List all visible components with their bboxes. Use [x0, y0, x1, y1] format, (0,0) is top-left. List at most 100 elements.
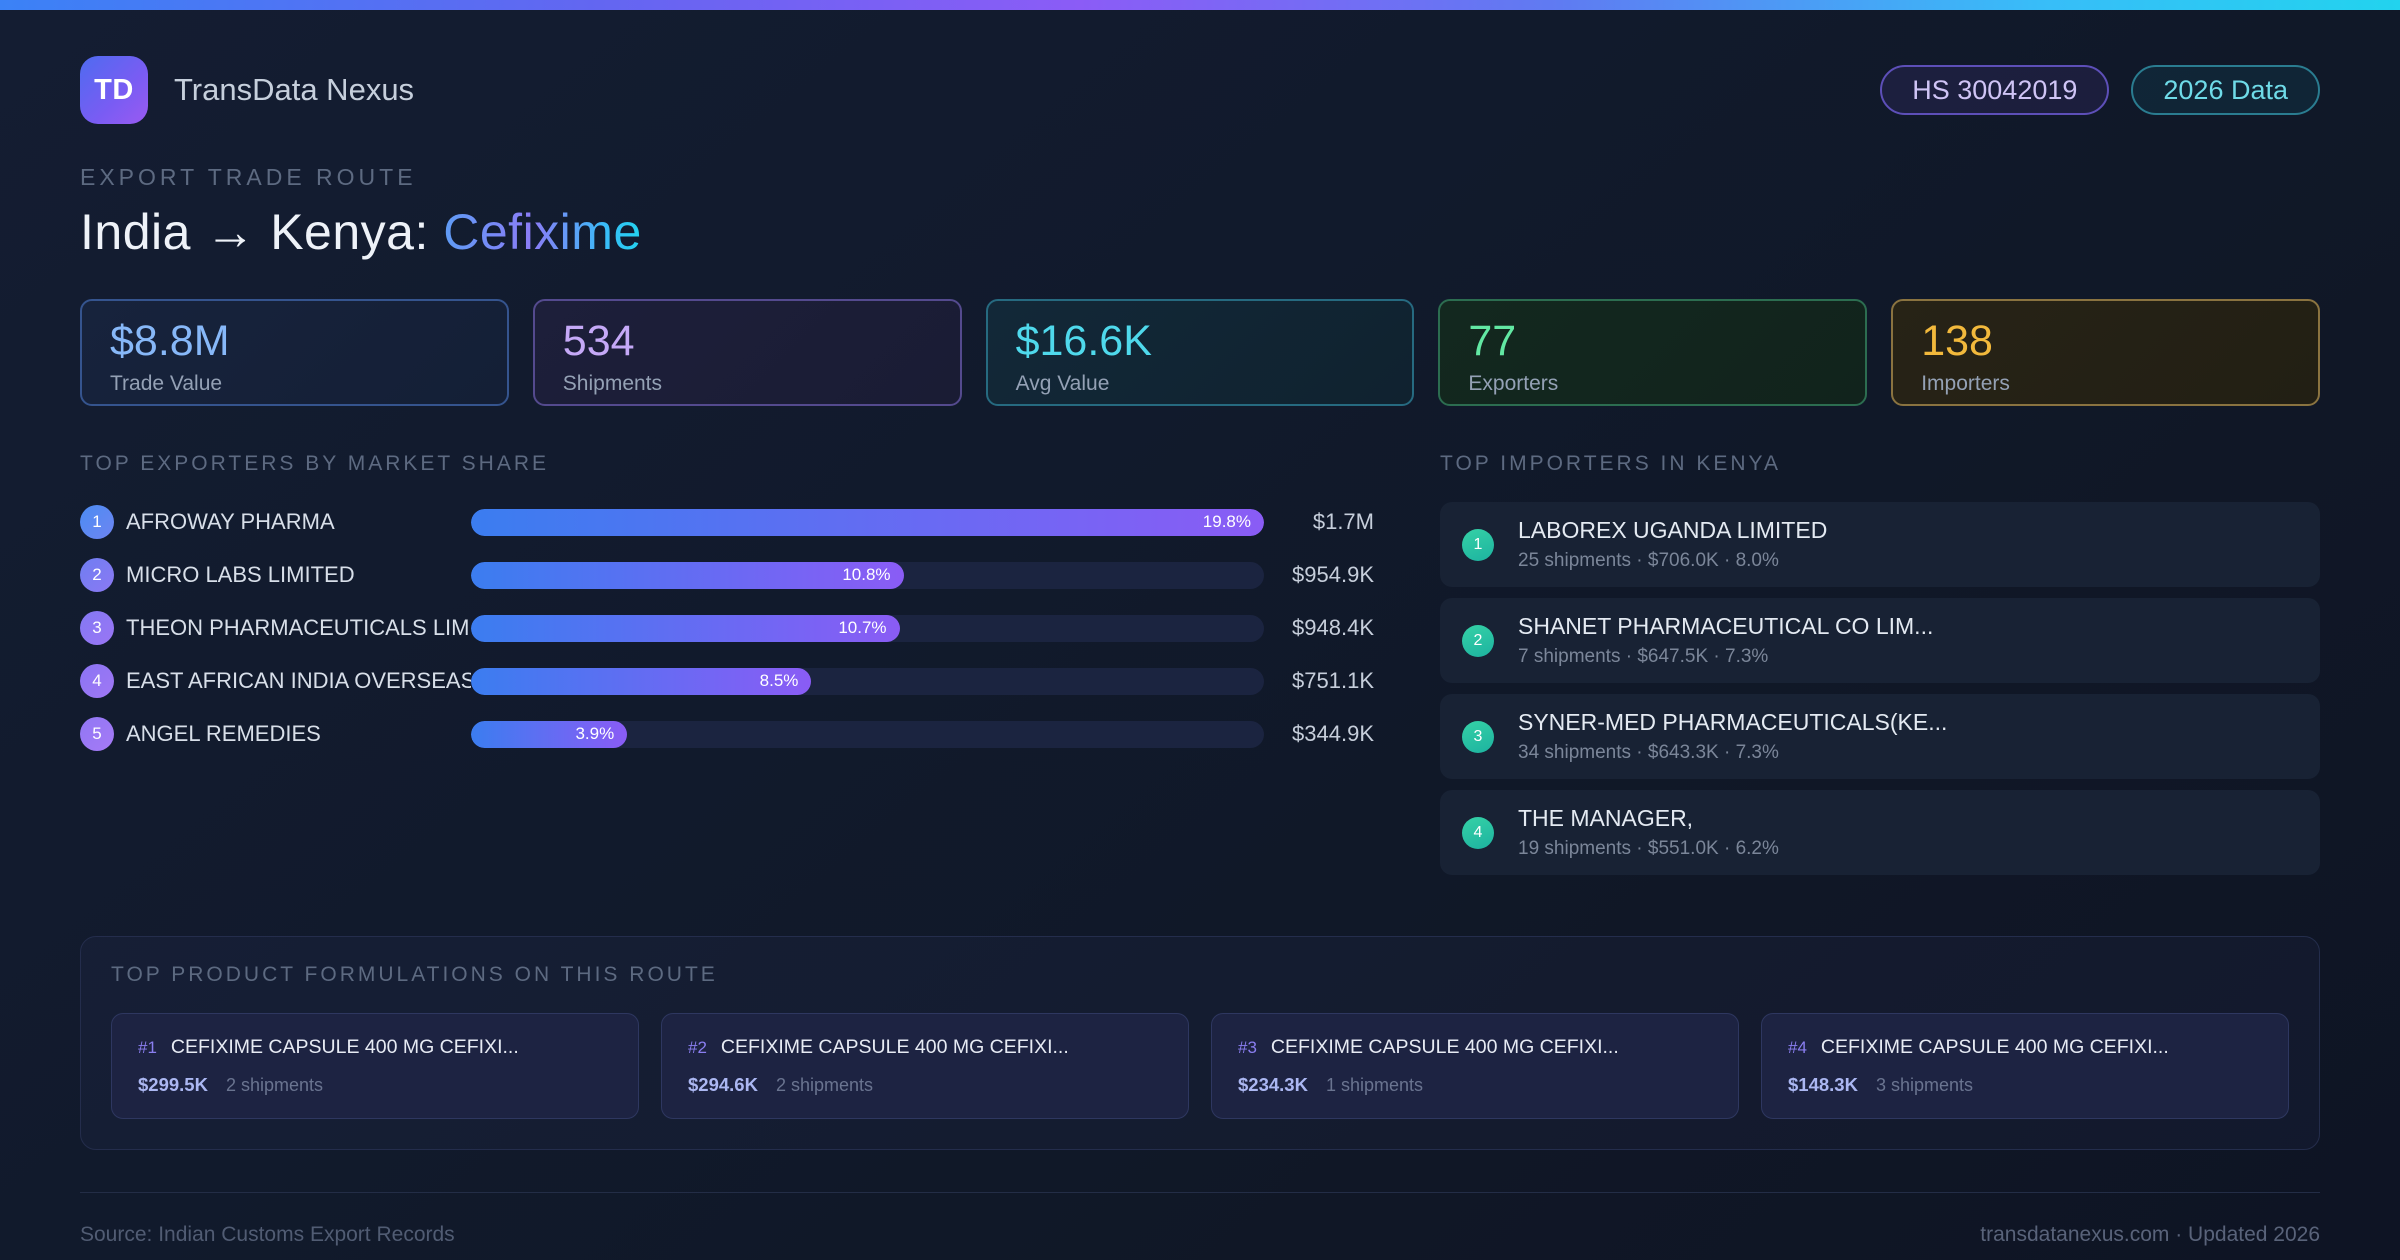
market-share-bar-fill: 3.9%	[471, 720, 628, 748]
exporter-row: 2 MICRO LABS LIMITED 10.8% $954.9K	[80, 555, 1374, 595]
importer-meta: 34 shipments · $643.3K · 7.3%	[1518, 742, 1779, 763]
brand-logo: TD	[80, 56, 148, 124]
importer-name: SHANET PHARMACEUTICAL CO LIM...	[1518, 613, 1934, 639]
market-share-percent: 19.8%	[1202, 512, 1251, 531]
product-shipments: 2 shipments	[775, 1075, 874, 1095]
product-rank: #3	[1238, 1038, 1257, 1057]
app-header: TD TransData Nexus HS 30042019 2026 Data	[80, 56, 2320, 124]
market-share-bar-fill: 10.8%	[471, 561, 904, 589]
stat-card-shipments: 534 Shipments	[532, 299, 962, 406]
importer-row: 2 SHANET PHARMACEUTICAL CO LIM... 7 ship…	[1440, 598, 2320, 683]
product-rank: #1	[138, 1038, 157, 1057]
market-share-bar-fill: 8.5%	[471, 667, 812, 695]
importer-meta: 25 shipments · $706.0K · 8.0%	[1518, 550, 1779, 571]
market-share-percent: 10.8%	[842, 565, 891, 584]
rank-badge: 3	[1462, 720, 1494, 753]
market-share-bar-fill: 19.8%	[471, 508, 1264, 536]
dashboard-page: TD TransData Nexus HS 30042019 2026 Data…	[0, 0, 2400, 1260]
exporters-section: TOP EXPORTERS BY MARKET SHARE 1 AFROWAY …	[80, 452, 1374, 767]
exporter-name: MICRO LABS LIMITED	[126, 562, 355, 587]
importer-name: LABOREX UGANDA LIMITED	[1518, 517, 1828, 543]
stat-label: Exporters	[1468, 372, 1559, 395]
product-card: #2 CEFIXIME CAPSULE 400 MG CEFIXI... $29…	[661, 1013, 1189, 1119]
market-share-percent: 8.5%	[759, 671, 799, 690]
stat-value: 77	[1468, 317, 1517, 365]
page-title-route: India → Kenya:	[80, 204, 444, 260]
product-value: $148.3K	[1788, 1074, 1858, 1095]
product-name: CEFIXIME CAPSULE 400 MG CEFIXI...	[170, 1036, 519, 1058]
exporters-bar-chart: 1 AFROWAY PHARMA 19.8% $1.7M 2 MICRO LAB…	[80, 502, 1374, 754]
stat-value: 534	[562, 317, 635, 365]
importers-section: TOP IMPORTERS IN KENYA 1 LABOREX UGANDA …	[1440, 452, 2320, 886]
product-cards-row: #1 CEFIXIME CAPSULE 400 MG CEFIXI... $29…	[111, 1013, 2289, 1119]
exporter-name: THEON PHARMACEUTICALS LIMI...	[126, 615, 471, 640]
rank-badge: 4	[1462, 816, 1494, 849]
hs-code-badge[interactable]: HS 30042019	[1880, 65, 2110, 115]
exporter-value: $1.7M	[1312, 509, 1374, 534]
accent-gradient-bar	[0, 0, 2400, 10]
market-share-bar-track: 10.8%	[471, 561, 1264, 589]
market-share-bar-fill: 10.7%	[471, 614, 900, 642]
page-title: India → Kenya: Cefixime	[80, 203, 2320, 261]
importer-row: 3 SYNER-MED PHARMACEUTICALS(KE... 34 shi…	[1440, 694, 2320, 779]
products-heading: TOP PRODUCT FORMULATIONS ON THIS ROUTE	[111, 963, 718, 986]
importer-row: 4 THE MANAGER, 19 shipments · $551.0K · …	[1440, 790, 2320, 875]
exporter-row: 5 ANGEL REMEDIES 3.9% $344.9K	[80, 714, 1374, 754]
product-shipments: 2 shipments	[225, 1075, 324, 1095]
rank-badge: 2	[80, 558, 114, 592]
rank-badge: 2	[1462, 624, 1494, 657]
product-formulations-panel: TOP PRODUCT FORMULATIONS ON THIS ROUTE #…	[80, 936, 2320, 1150]
product-rank: #2	[688, 1038, 707, 1057]
exporter-row: 4 EAST AFRICAN INDIA OVERSEAS 8.5% $751.…	[80, 661, 1374, 701]
importers-heading: TOP IMPORTERS IN KENYA	[1440, 452, 1782, 475]
importer-row: 1 LABOREX UGANDA LIMITED 25 shipments · …	[1440, 502, 2320, 587]
stat-label: Avg Value	[1015, 372, 1110, 395]
exporter-value: $751.1K	[1292, 668, 1374, 693]
market-share-bar-track: 8.5%	[471, 667, 1264, 695]
stat-label: Importers	[1921, 372, 2010, 395]
rank-badge: 1	[1462, 528, 1494, 561]
stat-card-avg-value: $16.6K Avg Value	[985, 299, 1415, 406]
exporter-name: AFROWAY PHARMA	[126, 509, 335, 534]
stat-card-trade-value: $8.8M Trade Value	[80, 299, 509, 406]
rank-badge: 3	[80, 611, 114, 645]
importer-name: SYNER-MED PHARMACEUTICALS(KE...	[1518, 709, 1948, 735]
product-card: #1 CEFIXIME CAPSULE 400 MG CEFIXI... $29…	[111, 1013, 639, 1119]
product-rank: #4	[1788, 1038, 1807, 1057]
page-footer: Source: Indian Customs Export Records tr…	[80, 1192, 2320, 1247]
exporters-heading: TOP EXPORTERS BY MARKET SHARE	[80, 452, 550, 475]
exporter-row: 3 THEON PHARMACEUTICALS LIMI... 10.7% $9…	[80, 608, 1374, 648]
product-shipments: 1 shipments	[1325, 1075, 1424, 1095]
footer-source: Source: Indian Customs Export Records	[80, 1223, 455, 1246]
brand-name: TransData Nexus	[174, 72, 415, 107]
product-value: $299.5K	[138, 1074, 208, 1095]
market-share-percent: 3.9%	[575, 724, 615, 743]
product-value: $234.3K	[1238, 1074, 1308, 1095]
market-share-bar-track: 10.7%	[471, 614, 1264, 642]
market-share-bar-track: 3.9%	[471, 720, 1264, 748]
stat-card-importers: 138 Importers	[1891, 299, 2320, 406]
product-card: #3 CEFIXIME CAPSULE 400 MG CEFIXI... $23…	[1211, 1013, 1739, 1119]
year-data-badge[interactable]: 2026 Data	[2131, 65, 2320, 115]
exporter-name: EAST AFRICAN INDIA OVERSEAS	[126, 668, 471, 693]
exporter-value: $954.9K	[1292, 562, 1374, 587]
rank-badge: 5	[80, 717, 114, 751]
importer-name: THE MANAGER,	[1518, 805, 1694, 831]
product-value: $294.6K	[688, 1074, 758, 1095]
stat-value: $8.8M	[110, 317, 230, 365]
importer-meta: 7 shipments · $647.5K · 7.3%	[1518, 646, 1769, 667]
stat-cards-row: $8.8M Trade Value 534 Shipments $16.6K A…	[80, 299, 2320, 406]
rank-badge: 1	[80, 505, 114, 539]
exporter-name: ANGEL REMEDIES	[126, 721, 321, 746]
stat-card-exporters: 77 Exporters	[1438, 299, 1868, 406]
exporter-value: $948.4K	[1292, 615, 1374, 640]
market-share-percent: 10.7%	[838, 618, 887, 637]
product-card: #4 CEFIXIME CAPSULE 400 MG CEFIXI... $14…	[1761, 1013, 2289, 1119]
stat-label: Trade Value	[110, 372, 223, 395]
page-title-product: Cefixime	[443, 204, 642, 260]
importers-list: 1 LABOREX UGANDA LIMITED 25 shipments · …	[1440, 502, 2320, 875]
stat-label: Shipments	[562, 372, 663, 395]
product-name: CEFIXIME CAPSULE 400 MG CEFIXI...	[1820, 1036, 2169, 1058]
exporter-value: $344.9K	[1292, 721, 1374, 746]
route-eyebrow: EXPORT TRADE ROUTE	[80, 164, 417, 190]
